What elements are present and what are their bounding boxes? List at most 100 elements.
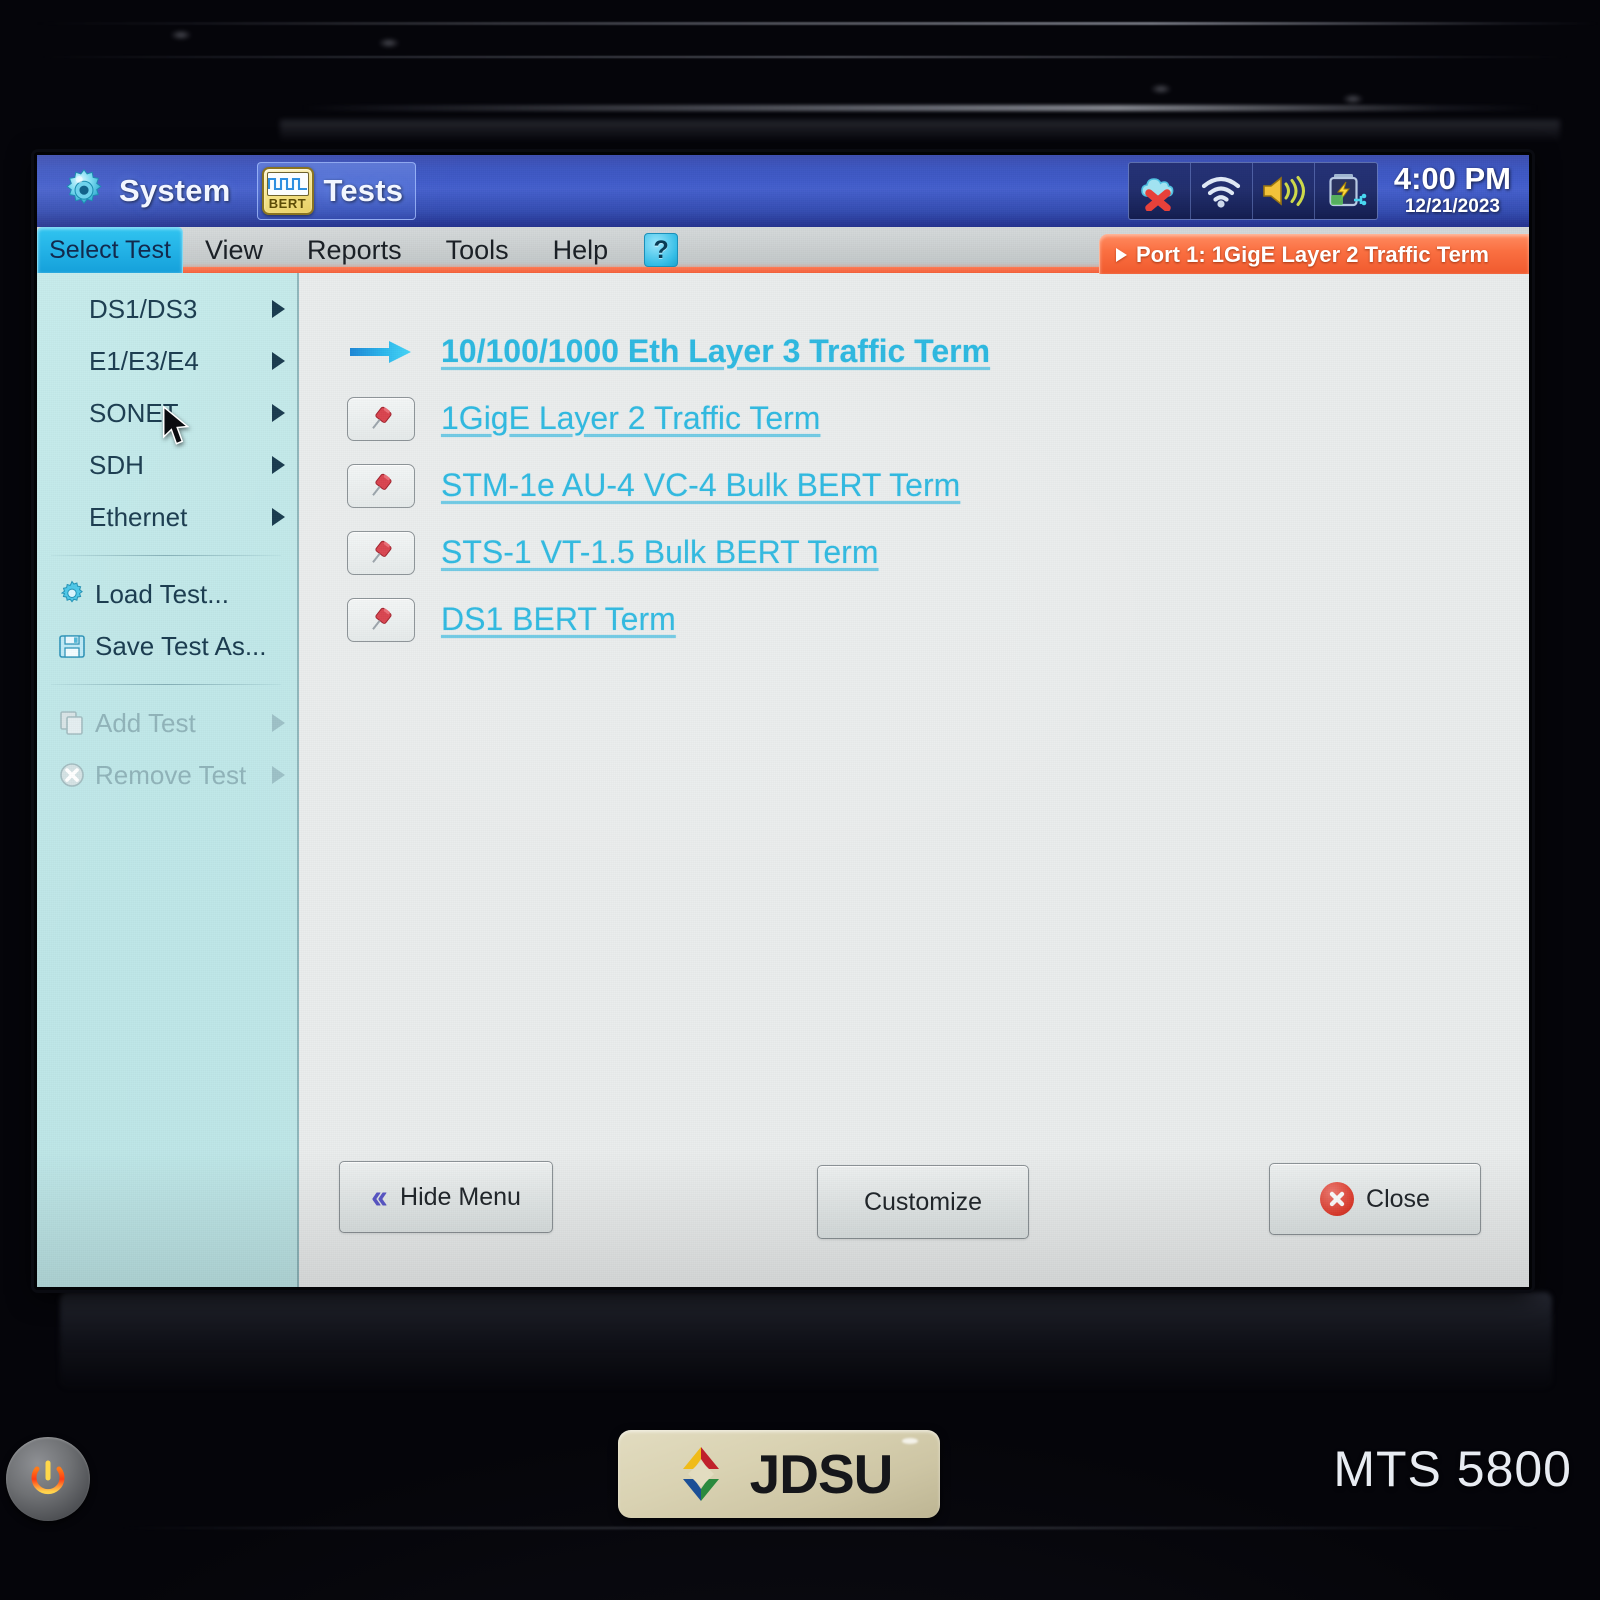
tab-select-test[interactable]: Select Test <box>37 227 183 273</box>
close-label: Close <box>1366 1184 1430 1213</box>
test-link[interactable]: DS1 BERT Term <box>441 601 676 638</box>
clock-time: 4:00 PM <box>1393 161 1511 196</box>
device-body: System BERT Tests 4:00 PM 12/21/2023 Sel… <box>0 0 1600 1600</box>
port-status-label: Port 1: 1GigE Layer 2 Traffic Term <box>1136 241 1489 267</box>
sidebar-item-ds1-ds3[interactable]: DS1/DS3 <box>37 283 297 335</box>
context-help-icon[interactable]: ? <box>644 233 679 267</box>
status-area: 4:00 PM 12/21/2023 <box>1127 162 1515 220</box>
wifi-icon[interactable] <box>1191 163 1253 219</box>
menu-item-view[interactable]: View <box>183 227 285 273</box>
bezel-highlight <box>1150 84 1172 94</box>
test-link[interactable]: STM-1e AU-4 VC-4 Bulk BERT Term <box>441 467 960 504</box>
content-pane: 10/100/1000 Eth Layer 3 Traffic Term 1Gi… <box>299 273 1529 1287</box>
test-list-item[interactable]: STS-1 VT-1.5 Bulk BERT Term <box>347 519 1529 586</box>
sidebar-item-ethernet[interactable]: Ethernet <box>37 491 297 543</box>
sidebar-item-label: SONET <box>89 397 179 428</box>
clock[interactable]: 4:00 PM 12/21/2023 <box>1388 163 1515 219</box>
pin-icon[interactable] <box>347 597 415 642</box>
battery-charging-icon[interactable] <box>1315 163 1377 219</box>
gear-icon <box>55 579 89 609</box>
sidebar-item-save-test-as[interactable]: Save Test As... <box>37 620 297 672</box>
sidebar-item-label: Ethernet <box>89 501 188 532</box>
bezel-highlight <box>378 38 400 48</box>
chassis-seam <box>120 1527 1540 1529</box>
gear-icon <box>59 166 109 216</box>
model-label: MTS 5800 <box>1333 1441 1572 1497</box>
bezel-highlight <box>1342 94 1364 104</box>
pin-icon[interactable] <box>347 530 415 575</box>
menu-bar: Select Test View Reports Tools Help ? Po… <box>37 227 1529 274</box>
chevron-right-icon <box>272 508 285 526</box>
bezel-highlight <box>300 105 1540 111</box>
sidebar-item-label: Save Test As... <box>95 630 267 661</box>
sidebar-item-add-test[interactable]: Add Test <box>37 697 297 749</box>
pin-icon[interactable] <box>347 463 415 508</box>
menu-item-help[interactable]: Help <box>531 227 631 273</box>
bezel-highlight <box>280 120 1560 148</box>
hide-menu-button[interactable]: ‹‹ Hide Menu <box>339 1161 553 1233</box>
cloud-disconnected-icon[interactable] <box>1129 163 1191 219</box>
app-label-system: System <box>119 173 231 208</box>
bert-waveform <box>266 172 309 196</box>
menu-divider <box>51 684 281 685</box>
app-button-system[interactable]: System <box>55 162 243 220</box>
test-list-item[interactable]: STM-1e AU-4 VC-4 Bulk BERT Term <box>347 452 1529 519</box>
double-chevron-left-icon: ‹‹ <box>371 1178 388 1215</box>
volume-icon[interactable] <box>1253 163 1315 219</box>
clock-date: 12/21/2023 <box>1404 196 1500 217</box>
screen-shadow <box>60 1292 1552 1388</box>
sidebar-item-load-test[interactable]: Load Test... <box>37 568 297 620</box>
bezel-highlight <box>40 56 1570 58</box>
test-list-item[interactable]: 10/100/1000 Eth Layer 3 Traffic Term <box>347 318 1529 385</box>
help-icon-glyph: ? <box>653 235 669 264</box>
run-arrow-icon <box>347 330 415 374</box>
app-button-tests[interactable]: BERT Tests <box>256 162 417 220</box>
close-button[interactable]: Close <box>1269 1163 1481 1235</box>
power-button[interactable] <box>6 1437 90 1521</box>
test-link[interactable]: STS-1 VT-1.5 Bulk BERT Term <box>441 534 878 571</box>
menu-item-tools[interactable]: Tools <box>424 227 531 273</box>
chevron-right-icon <box>272 456 285 474</box>
device-screen: System BERT Tests 4:00 PM 12/21/2023 Sel… <box>37 155 1529 1287</box>
sidebar-item-sdh[interactable]: SDH <box>37 439 297 491</box>
test-link[interactable]: 1GigE Layer 2 Traffic Term <box>441 400 820 437</box>
app-label-tests: Tests <box>323 173 404 208</box>
main-area: DS1/DS3 E1/E3/E4 SONET SDH Ethernet Load… <box>37 273 1529 1287</box>
save-disk-icon <box>55 631 89 661</box>
button-bar: ‹‹ Hide Menu Customize Close <box>299 1137 1529 1287</box>
close-circle-icon <box>1320 1182 1355 1216</box>
sidebar-item-label: Load Test... <box>95 578 229 609</box>
screen-bezel: System BERT Tests 4:00 PM 12/21/2023 Sel… <box>34 152 1532 1290</box>
hide-menu-label: Hide Menu <box>400 1182 521 1211</box>
test-list-item[interactable]: 1GigE Layer 2 Traffic Term <box>347 385 1529 452</box>
sidebar-item-label: DS1/DS3 <box>89 293 198 324</box>
chevron-right-icon <box>272 766 285 784</box>
title-bar: System BERT Tests 4:00 PM 12/21/2023 <box>37 155 1529 227</box>
menu-divider <box>51 555 281 556</box>
chevron-right-icon <box>272 714 285 732</box>
select-test-menu: DS1/DS3 E1/E3/E4 SONET SDH Ethernet Load… <box>37 273 299 1287</box>
port-status-tab[interactable]: Port 1: 1GigE Layer 2 Traffic Term <box>1099 234 1529 274</box>
sidebar-item-remove-test[interactable]: Remove Test <box>37 749 297 801</box>
bert-icon: BERT <box>261 167 314 215</box>
chevron-right-icon <box>1116 247 1127 262</box>
test-link[interactable]: 10/100/1000 Eth Layer 3 Traffic Term <box>441 333 990 370</box>
chevron-right-icon <box>272 300 285 318</box>
customize-label: Customize <box>863 1187 983 1216</box>
menu-item-reports[interactable]: Reports <box>285 227 424 273</box>
test-list-item[interactable]: DS1 BERT Term <box>347 586 1529 653</box>
bezel-highlight <box>170 30 192 40</box>
test-list: 10/100/1000 Eth Layer 3 Traffic Term 1Gi… <box>299 273 1529 653</box>
sidebar-item-label: SDH <box>89 449 144 480</box>
jdsu-logo-icon <box>682 1447 719 1501</box>
bert-icon-label: BERT <box>268 196 307 211</box>
sidebar-item-label: E1/E3/E4 <box>89 345 199 376</box>
copy-icon <box>55 708 89 738</box>
chevron-right-icon <box>272 404 285 422</box>
sidebar-item-label: Add Test <box>95 707 196 738</box>
pin-icon[interactable] <box>347 396 415 441</box>
sidebar-item-e1-e3-e4[interactable]: E1/E3/E4 <box>37 335 297 387</box>
brand-name: JDSU <box>749 1443 894 1505</box>
customize-button[interactable]: Customize <box>817 1165 1029 1239</box>
sidebar-item-sonet[interactable]: SONET <box>37 387 297 439</box>
